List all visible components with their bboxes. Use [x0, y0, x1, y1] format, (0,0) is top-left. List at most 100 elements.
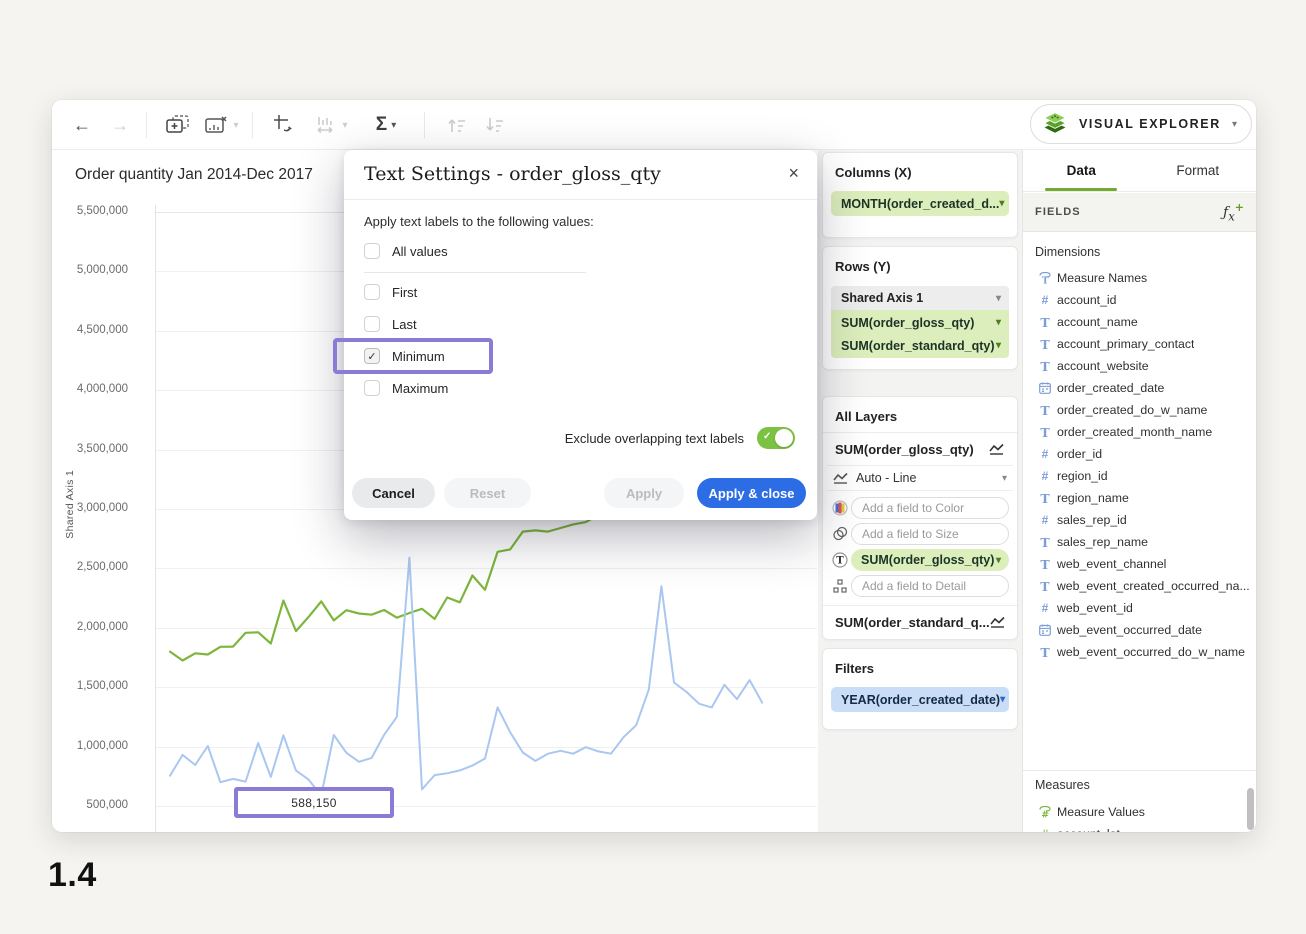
dimension-item[interactable]: # order_id	[1035, 443, 1249, 465]
dialog-header: Text Settings - order_gloss_qty ×	[344, 150, 817, 200]
checkbox[interactable]	[364, 243, 380, 259]
layer-field-row: T SUM(order_gloss_qty) ▾	[823, 547, 1017, 573]
toggle-knob	[775, 429, 793, 447]
measures-section-title: Measures	[1035, 778, 1090, 792]
text-icon: T	[1040, 556, 1050, 572]
dialog-title: Text Settings - order_gloss_qty	[364, 163, 661, 185]
dimension-item[interactable]: # web_event_id	[1035, 597, 1249, 619]
close-button[interactable]: ×	[788, 163, 799, 184]
visual-explorer-menu[interactable]: VISUAL EXPLORER ▾	[1030, 104, 1252, 144]
date-icon	[1035, 382, 1055, 394]
filters-panel: Filters YEAR(order_created_date) ▾	[822, 648, 1018, 730]
dimension-label: web_event_created_occurred_na...	[1056, 579, 1249, 593]
y-axis-tick-label: 4,500,000	[76, 323, 128, 336]
dimension-label: account_id	[1057, 293, 1117, 307]
dimension-item[interactable]: order_created_date	[1035, 377, 1249, 399]
dimension-item[interactable]: Taccount_website	[1035, 355, 1249, 377]
apply-close-button[interactable]: Apply & close	[697, 478, 806, 508]
sidebar-divider	[1023, 770, 1256, 771]
dimension-label: web_event_id	[1057, 601, 1133, 615]
text-icon: T	[1040, 644, 1050, 660]
apply-button: Apply	[604, 478, 684, 508]
option-row-first[interactable]: First	[364, 276, 417, 308]
tab-data[interactable]: Data	[1023, 150, 1140, 191]
dimension-item[interactable]: # region_id	[1035, 465, 1249, 487]
back-button[interactable]: ←	[64, 100, 100, 150]
dimension-label: sales_rep_name	[1057, 535, 1148, 549]
dimension-item[interactable]: Tsales_rep_name	[1035, 531, 1249, 553]
text-settings-dialog: Text Settings - order_gloss_qty × Apply …	[344, 150, 817, 520]
shared-axis-row[interactable]: Shared Axis 1 ▾	[831, 286, 1009, 310]
sidebar-scrollbar[interactable]	[1247, 788, 1254, 830]
text-field-pill[interactable]: SUM(order_gloss_qty) ▾	[851, 549, 1009, 571]
measure-names-icon: T	[1035, 271, 1055, 285]
dimension-item[interactable]: Torder_created_month_name	[1035, 421, 1249, 443]
shared-axis-label: Shared Axis 1	[841, 291, 924, 305]
option-row-last[interactable]: Last	[364, 308, 417, 340]
apply-label: Apply	[625, 485, 663, 501]
measure-item[interactable]: # Measure Values	[1035, 801, 1249, 823]
shared-axis-caret-icon: ▾	[995, 292, 1001, 304]
dimension-item[interactable]: web_event_occurred_date	[1035, 619, 1249, 641]
close-icon: ×	[788, 163, 799, 183]
dimension-item[interactable]: Torder_created_do_w_name	[1035, 399, 1249, 421]
dimension-item[interactable]: Taccount_name	[1035, 311, 1249, 333]
option-row-maximum[interactable]: Maximum	[364, 372, 448, 404]
active-tab-underline	[1045, 188, 1118, 191]
detail-icon	[829, 579, 851, 593]
text-icon: T	[1040, 534, 1050, 550]
visual-explorer-logo-icon	[1043, 112, 1067, 133]
toggle-check-icon: ✓	[763, 431, 772, 442]
y-axis-tick-label: 5,000,000	[76, 264, 128, 277]
dimension-item[interactable]: # sales_rep_id	[1035, 509, 1249, 531]
cancel-button[interactable]: Cancel	[352, 478, 435, 508]
dimension-item[interactable]: T Measure Names	[1035, 267, 1249, 289]
filters-title: Filters	[835, 661, 875, 676]
number-icon: #	[1041, 513, 1049, 527]
dialog-intro-text: Apply text labels to the following value…	[364, 214, 594, 229]
columns-pill[interactable]: MONTH(order_created_d... ▾	[831, 191, 1009, 216]
exclude-overlap-toggle[interactable]: ✓	[757, 427, 795, 449]
exclude-overlap-row: Exclude overlapping text labels ✓	[565, 427, 795, 449]
measure-item[interactable]: #account_lat	[1035, 823, 1249, 832]
forward-icon: →	[111, 115, 129, 135]
dimension-item[interactable]: Taccount_primary_contact	[1035, 333, 1249, 355]
minimum-value-label-highlight: 588,150	[234, 787, 394, 818]
layer-gloss-row[interactable]: SUM(order_gloss_qty)	[823, 433, 1017, 465]
dimension-label: order_id	[1057, 447, 1103, 461]
dimension-item[interactable]: Tweb_event_occurred_do_w_name	[1035, 641, 1249, 663]
dimension-item[interactable]: Tregion_name	[1035, 487, 1249, 509]
dimension-item[interactable]: Tweb_event_created_occurred_na...	[1035, 575, 1249, 597]
checkbox[interactable]	[364, 316, 380, 332]
text-icon: T	[1040, 358, 1050, 374]
filter-pill[interactable]: YEAR(order_created_date) ▾	[831, 687, 1009, 712]
field-drop-input[interactable]: Add a field to Color	[851, 497, 1009, 519]
mark-type-dropdown[interactable]: Auto - Line ▾	[827, 465, 1013, 491]
tab-data-label: Data	[1066, 163, 1096, 178]
rows-pill[interactable]: SUM(order_standard_qty) ▾	[831, 334, 1009, 357]
columns-title: Columns (X)	[835, 165, 912, 180]
text-icon: T	[1040, 314, 1050, 330]
dimension-label: web_event_occurred_do_w_name	[1057, 645, 1245, 659]
mark-type-caret-icon: ▾	[1001, 472, 1007, 484]
back-icon: ←	[73, 115, 91, 135]
dimension-label: order_created_month_name	[1057, 425, 1213, 439]
minimum-option-highlight	[333, 338, 493, 374]
field-drop-input[interactable]: Add a field to Detail	[851, 575, 1009, 597]
option-label: Last	[392, 316, 417, 332]
field-drop-input[interactable]: Add a field to Size	[851, 523, 1009, 545]
minimum-value-label: 588,150	[291, 795, 337, 810]
tab-format[interactable]: Format	[1140, 150, 1257, 191]
checkbox[interactable]	[364, 380, 380, 396]
option-row-all-values[interactable]: All values	[364, 235, 448, 267]
number-icon: #	[1041, 447, 1049, 461]
dimension-item[interactable]: # account_id	[1035, 289, 1249, 311]
add-calculated-field-button[interactable]: ƒx+	[1223, 201, 1244, 223]
text-icon: T	[1040, 424, 1050, 440]
checkbox[interactable]	[364, 284, 380, 300]
dimension-item[interactable]: Tweb_event_channel	[1035, 553, 1249, 575]
rows-pill[interactable]: SUM(order_gloss_qty) ▾	[831, 311, 1009, 334]
layer-standard-row[interactable]: SUM(order_standard_q...	[823, 606, 1017, 638]
fields-header-bar: FIELDS ƒx+	[1023, 193, 1256, 232]
layer-standard-label: SUM(order_standard_q...	[835, 614, 990, 630]
